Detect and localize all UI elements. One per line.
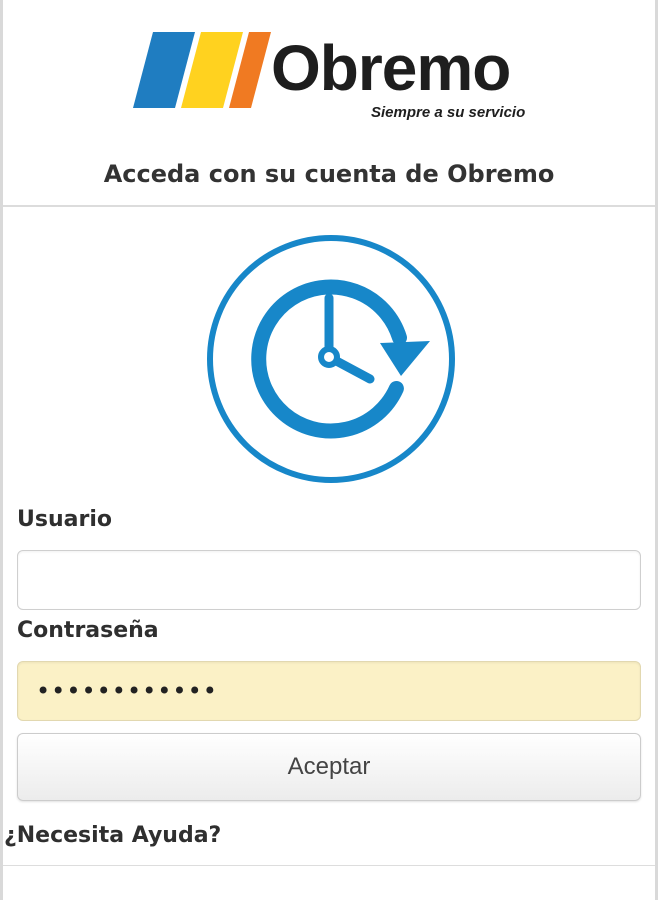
logo-wordmark: Obremo bbox=[271, 32, 511, 104]
clock-refresh-icon bbox=[207, 235, 455, 483]
accept-button[interactable]: Aceptar bbox=[17, 733, 641, 801]
help-link[interactable]: ¿Necesita Ayuda? bbox=[4, 823, 221, 848]
password-label: Contraseña bbox=[17, 618, 159, 643]
obremo-logo: Obremo Siempre a su servicio bbox=[131, 30, 531, 125]
logo-tagline: Siempre a su servicio bbox=[371, 104, 526, 121]
footer-divider bbox=[3, 865, 655, 866]
login-heading: Acceda con su cuenta de Obremo bbox=[103, 160, 555, 188]
header: Obremo Siempre a su servicio Acceda con … bbox=[3, 0, 655, 207]
username-label: Usuario bbox=[17, 507, 112, 532]
username-input[interactable] bbox=[17, 550, 641, 610]
password-input[interactable] bbox=[17, 661, 641, 721]
logo-stripes-icon bbox=[133, 32, 271, 108]
